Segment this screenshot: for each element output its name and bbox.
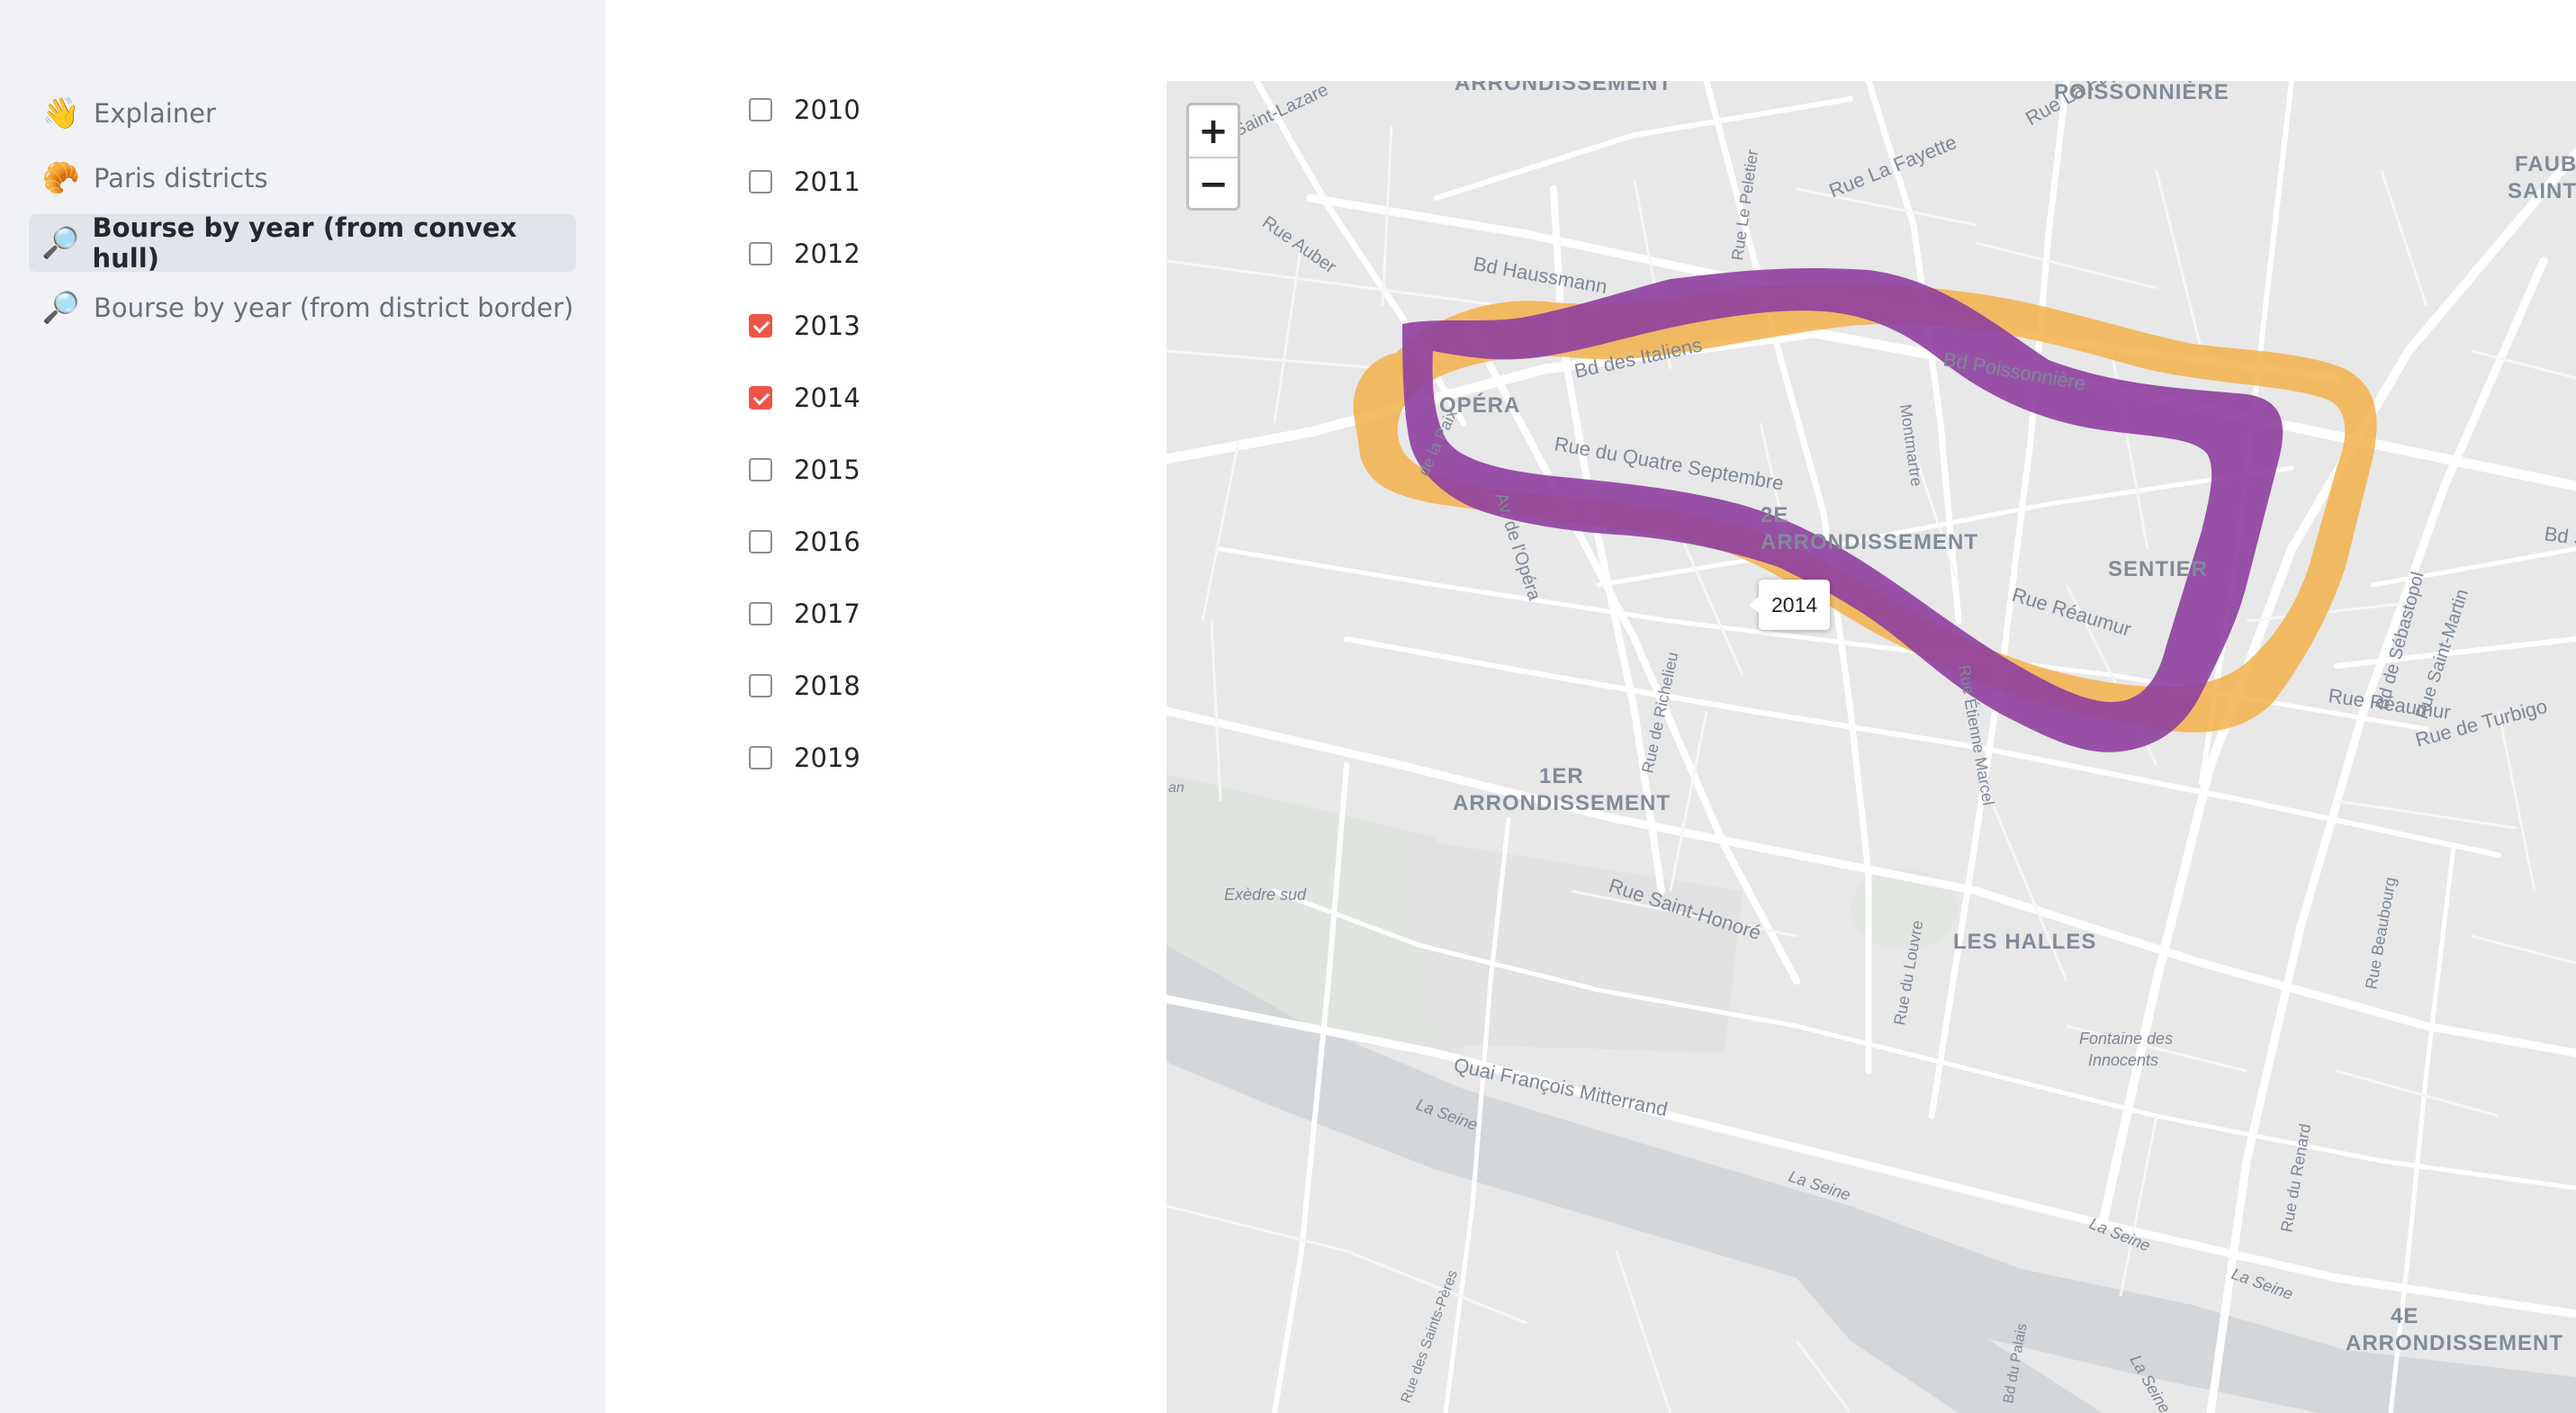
checkbox-label: 2012: [794, 238, 860, 269]
waving-hand-icon: 👋: [41, 95, 81, 131]
checkbox[interactable]: [749, 98, 772, 122]
sidebar: 👋 Explainer 🥐 Paris districts 🔎 Bourse b…: [0, 0, 605, 1413]
magnifier-icon: 🔎: [41, 290, 81, 326]
label-saint-m: SAINT-M: [2508, 179, 2576, 203]
sidebar-item-bourse-convex-hull[interactable]: 🔎 Bourse by year (from convex hull): [29, 212, 576, 274]
label-4e: 4E: [2391, 1304, 2418, 1328]
checkbox-label: 2016: [794, 526, 860, 557]
sidebar-item-explainer[interactable]: 👋 Explainer: [29, 85, 576, 142]
label-1er: 1ER: [1539, 764, 1584, 788]
label-fontaine-1: Fontaine des: [2079, 1030, 2173, 1048]
label-arrondissement-top: ARRONDISSEMENT: [1455, 81, 1672, 95]
sidebar-item-label: Explainer: [94, 98, 216, 129]
year-checkbox-2014[interactable]: 2014: [749, 362, 1019, 434]
label-2e: 2E: [1761, 503, 1788, 527]
zoom-in-button[interactable]: +: [1189, 105, 1238, 158]
label-4e-arrondissement: ARRONDISSEMENT: [2346, 1331, 2563, 1355]
sidebar-item-label: Bourse by year (from convex hull): [92, 212, 518, 274]
checkbox[interactable]: [749, 674, 772, 698]
checkbox-label: 2011: [794, 166, 860, 197]
checkbox-label: 2013: [794, 310, 860, 341]
year-checkbox-2018[interactable]: 2018: [749, 650, 1019, 722]
label-exedre: Exèdre sud: [1224, 886, 1307, 904]
checkbox[interactable]: [749, 602, 772, 626]
checkbox[interactable]: [749, 746, 772, 770]
year-checkbox-2015[interactable]: 2015: [749, 434, 1019, 506]
year-checkbox-list: 2010 2011 2012 2013 2014 2015 2016 2017 …: [749, 74, 1019, 794]
label-an: an: [1168, 780, 1184, 796]
year-checkbox-2011[interactable]: 2011: [749, 146, 1019, 218]
zoom-out-button[interactable]: −: [1189, 158, 1238, 210]
sidebar-item-paris-districts[interactable]: 🥐 Paris districts: [29, 149, 576, 207]
label-fontaine-2: Innocents: [2088, 1051, 2158, 1069]
checkbox-label: 2018: [794, 670, 860, 701]
label-sentier: SENTIER: [2108, 557, 2208, 581]
checkbox[interactable]: [749, 386, 772, 410]
sidebar-item-bourse-district-border[interactable]: 🔎 Bourse by year (from district border): [29, 279, 576, 337]
checkbox-label: 2015: [794, 454, 860, 485]
magnifier-icon: 🔎: [41, 225, 80, 261]
checkbox[interactable]: [749, 170, 772, 194]
checkbox[interactable]: [749, 458, 772, 482]
year-checkbox-2010[interactable]: 2010: [749, 74, 1019, 146]
checkbox-label: 2019: [794, 742, 860, 773]
year-checkbox-2019[interactable]: 2019: [749, 722, 1019, 794]
label-1er-arrondissement: ARRONDISSEMENT: [1453, 791, 1671, 815]
year-checkbox-2013[interactable]: 2013: [749, 290, 1019, 362]
sidebar-item-label: Paris districts: [94, 163, 268, 194]
zoom-control: + −: [1186, 103, 1240, 211]
sidebar-item-label: Bourse by year (from district border): [94, 292, 574, 323]
map-tooltip: 2014: [1748, 580, 1831, 630]
croissant-icon: 🥐: [41, 160, 81, 196]
checkbox[interactable]: [749, 530, 772, 554]
checkbox[interactable]: [749, 242, 772, 266]
map-canvas[interactable]: ARRONDISSEMENT POISSONNIÈRE FAUBO SAINT-…: [1166, 81, 2576, 1413]
map-view[interactable]: ARRONDISSEMENT POISSONNIÈRE FAUBO SAINT-…: [1166, 81, 2576, 1413]
checkbox-label: 2017: [794, 598, 860, 629]
checkbox[interactable]: [749, 314, 772, 338]
year-checkbox-2016[interactable]: 2016: [749, 506, 1019, 578]
label-2e-arrondissement: ARRONDISSEMENT: [1761, 530, 1978, 554]
sidebar-nav: 👋 Explainer 🥐 Paris districts 🔎 Bourse b…: [29, 85, 576, 344]
year-checkbox-2012[interactable]: 2012: [749, 218, 1019, 290]
label-faubourg: FAUBO: [2515, 152, 2576, 176]
year-checkbox-2017[interactable]: 2017: [749, 578, 1019, 650]
checkbox-label: 2014: [794, 382, 860, 413]
checkbox-label: 2010: [794, 94, 860, 125]
label-les-halles: LES HALLES: [1953, 930, 2096, 954]
